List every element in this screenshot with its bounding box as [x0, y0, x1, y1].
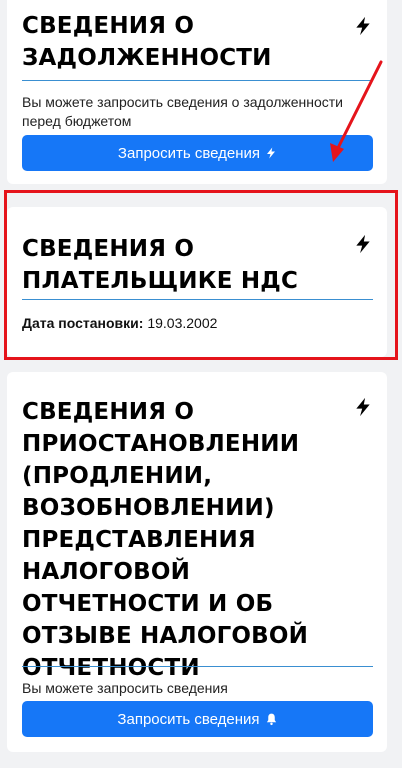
- button-label: Запросить сведения: [117, 710, 260, 728]
- annotation-arrow: [330, 60, 383, 162]
- divider: [22, 666, 373, 667]
- bell-icon: [266, 713, 276, 726]
- annotation-highlight-box: [4, 190, 398, 360]
- card-description: Вы можете запросить сведения: [22, 680, 228, 696]
- card-reporting-suspension: СВЕДЕНИЯ О ПРИОСТАНОВЛЕНИИ (ПРОДЛЕНИИ, В…: [7, 372, 387, 752]
- request-info-button[interactable]: Запросить сведения: [22, 701, 373, 737]
- card-title: СВЕДЕНИЯ О ПРИОСТАНОВЛЕНИИ (ПРОДЛЕНИИ, В…: [22, 399, 309, 681]
- lightning-icon[interactable]: [353, 396, 373, 418]
